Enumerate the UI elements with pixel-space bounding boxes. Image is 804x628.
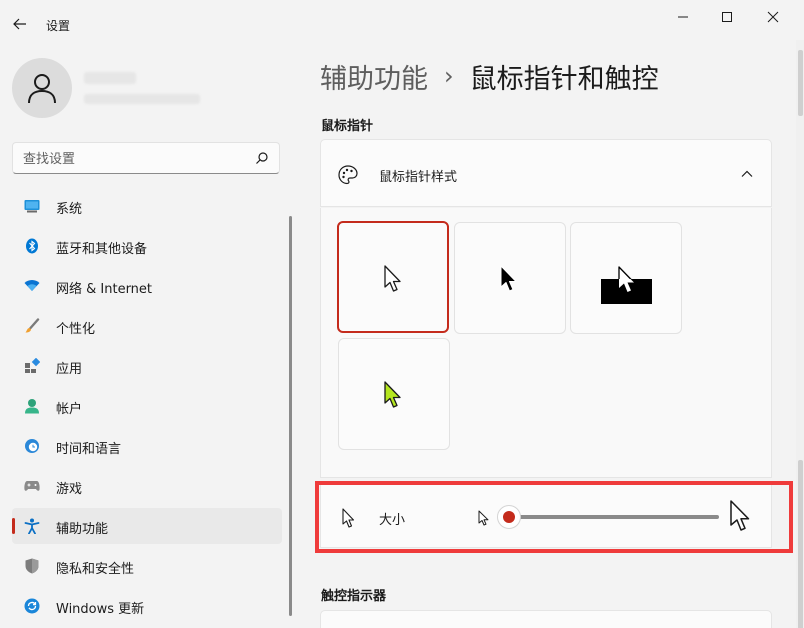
slider-thumb-dot (503, 511, 515, 523)
update-icon (24, 598, 40, 614)
apps-icon (24, 358, 40, 374)
minimize-icon (678, 16, 688, 18)
pointer-size-label: 大小 (379, 513, 406, 528)
gamepad-icon (24, 478, 40, 494)
pointer-size-slider-thumb[interactable] (497, 505, 521, 529)
main-scrollbar[interactable] (796, 40, 804, 628)
search-input[interactable] (23, 149, 243, 169)
sidebar-item-label: 蓝牙和其他设备 (56, 242, 148, 257)
pointer-style-black[interactable] (454, 222, 566, 334)
breadcrumb-parent[interactable]: 辅助功能 (320, 57, 428, 96)
sidebar-item-label: 游戏 (56, 482, 83, 497)
small-cursor-icon (478, 510, 489, 526)
maximize-icon (722, 12, 732, 22)
sidebar-item-label: 应用 (56, 362, 83, 377)
pointer-style-header[interactable]: 鼠标指针样式 (320, 139, 772, 207)
sidebar-item-label: 时间和语言 (56, 442, 122, 457)
black-cursor-icon (500, 265, 517, 292)
sidebar-item-privacy[interactable]: 隐私和安全性 (12, 548, 282, 584)
sidebar-item-label: 辅助功能 (56, 522, 109, 537)
user-name-redacted (84, 72, 136, 84)
sidebar-item-label: Windows 更新 (56, 602, 145, 617)
section-title-mouse-pointer: 鼠标指针 (321, 119, 374, 134)
shield-icon (24, 558, 40, 574)
sidebar-item-gaming[interactable]: 游戏 (12, 468, 282, 504)
scrollbar-thumb-top[interactable] (798, 50, 803, 116)
pointer-size-slider-track[interactable] (509, 515, 719, 519)
sidebar-item-label: 网络 & Internet (56, 282, 153, 297)
maximize-button[interactable] (704, 2, 750, 32)
sidebar-item-bluetooth[interactable]: 蓝牙和其他设备 (12, 228, 282, 264)
sidebar-item-personalization[interactable]: 个性化 (12, 308, 282, 344)
sidebar-item-label: 系统 (56, 202, 83, 217)
sidebar-scrollbar[interactable] (289, 216, 292, 616)
sidebar-item-accessibility[interactable]: 辅助功能 (12, 508, 282, 544)
account-icon (24, 398, 40, 414)
sidebar-nav: 系统 蓝牙和其他设备 网络 & Internet 个性化 应用 帐户 时间和语言… (12, 188, 282, 628)
sidebar-item-apps[interactable]: 应用 (12, 348, 282, 384)
app-title: 设置 (46, 19, 71, 33)
pointer-style-custom[interactable] (338, 338, 450, 450)
pointer-style-white[interactable] (337, 221, 449, 333)
monitor-icon (24, 198, 40, 214)
white-cursor-icon (384, 265, 401, 292)
close-button[interactable] (750, 2, 796, 32)
user-email-redacted (84, 94, 200, 104)
sidebar-item-time-language[interactable]: 时间和语言 (12, 428, 282, 464)
bluetooth-icon (24, 238, 40, 254)
inverted-cursor-icon (601, 266, 652, 304)
pointer-style-options (320, 208, 772, 478)
minimize-button[interactable] (660, 2, 706, 32)
palette-icon (338, 165, 358, 185)
sidebar-item-network[interactable]: 网络 & Internet (12, 268, 282, 304)
chevron-up-icon[interactable] (739, 166, 755, 182)
arrow-left-icon (13, 18, 26, 30)
avatar (12, 58, 72, 118)
search-icon[interactable] (255, 151, 269, 165)
pointer-style-label: 鼠标指针样式 (379, 170, 458, 185)
sidebar-item-accounts[interactable]: 帐户 (12, 388, 282, 424)
active-indicator (12, 518, 15, 534)
close-icon (767, 11, 779, 23)
user-profile[interactable] (12, 58, 282, 120)
breadcrumb-separator: › (444, 62, 454, 90)
breadcrumb: 辅助功能 › 鼠标指针和触控 (320, 56, 659, 96)
section-title-touch-indicator: 触控指示器 (321, 589, 387, 604)
sidebar-item-label: 帐户 (56, 402, 83, 417)
pointer-size-icon (342, 508, 355, 528)
sidebar-item-windows-update[interactable]: Windows 更新 (12, 588, 282, 624)
back-button[interactable] (8, 10, 32, 38)
pointer-size-setting: 大小 (320, 484, 772, 548)
sidebar-item-label: 个性化 (56, 322, 96, 337)
accessibility-icon (24, 518, 40, 534)
custom-cursor-icon (384, 381, 401, 408)
title-bar: 设置 (0, 0, 804, 48)
touch-indicator-card[interactable] (320, 610, 772, 628)
search-box[interactable] (12, 142, 280, 174)
pointer-style-inverted[interactable] (570, 222, 682, 334)
page-title: 鼠标指针和触控 (469, 63, 659, 95)
sidebar-item-system[interactable]: 系统 (12, 188, 282, 224)
sidebar-item-label: 隐私和安全性 (56, 562, 135, 577)
wifi-icon (24, 278, 40, 294)
large-cursor-icon (730, 500, 750, 531)
person-icon (28, 74, 56, 104)
globe-clock-icon (24, 438, 40, 454)
scrollbar-thumb-bottom[interactable] (798, 460, 803, 628)
brush-icon (24, 318, 40, 334)
